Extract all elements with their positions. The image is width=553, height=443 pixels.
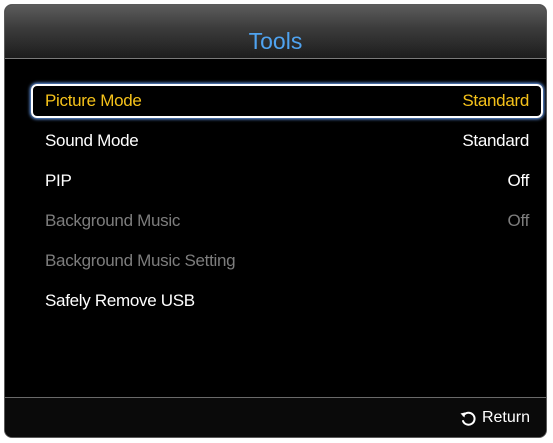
return-button[interactable]: Return <box>459 406 530 430</box>
dialog-header: Tools <box>5 5 546 59</box>
dialog-title: Tools <box>248 28 303 54</box>
menu-item-value: Standard <box>462 91 529 110</box>
tools-dialog: Tools Picture Mode Standard Sound Mode S… <box>4 4 547 438</box>
menu-item-value: Off <box>507 171 530 190</box>
menu-item-sound-mode[interactable]: Sound Mode Standard <box>31 121 543 161</box>
menu-item-background-music-setting: Background Music Setting <box>31 241 543 281</box>
menu-item-label: Picture Mode <box>45 91 142 110</box>
menu-item-label: Background Music <box>45 211 181 230</box>
tools-menu: Picture Mode Standard Sound Mode Standar… <box>31 81 543 321</box>
return-label: Return <box>481 409 530 426</box>
menu-item-label: Background Music Setting <box>45 251 236 270</box>
menu-item-value: Standard <box>462 131 529 150</box>
menu-item-value: Off <box>507 211 530 230</box>
menu-item-pip[interactable]: PIP Off <box>31 161 543 201</box>
dialog-footer: Return <box>5 398 546 437</box>
menu-item-label: Sound Mode <box>45 131 139 150</box>
return-arrow-icon <box>460 411 476 426</box>
menu-item-safely-remove-usb[interactable]: Safely Remove USB <box>31 281 543 321</box>
header-divider <box>5 58 546 59</box>
menu-item-picture-mode[interactable]: Picture Mode Standard <box>31 81 543 121</box>
menu-item-label: PIP <box>45 171 72 190</box>
menu-item-background-music: Background Music Off <box>31 201 543 241</box>
menu-item-label: Safely Remove USB <box>45 291 195 310</box>
